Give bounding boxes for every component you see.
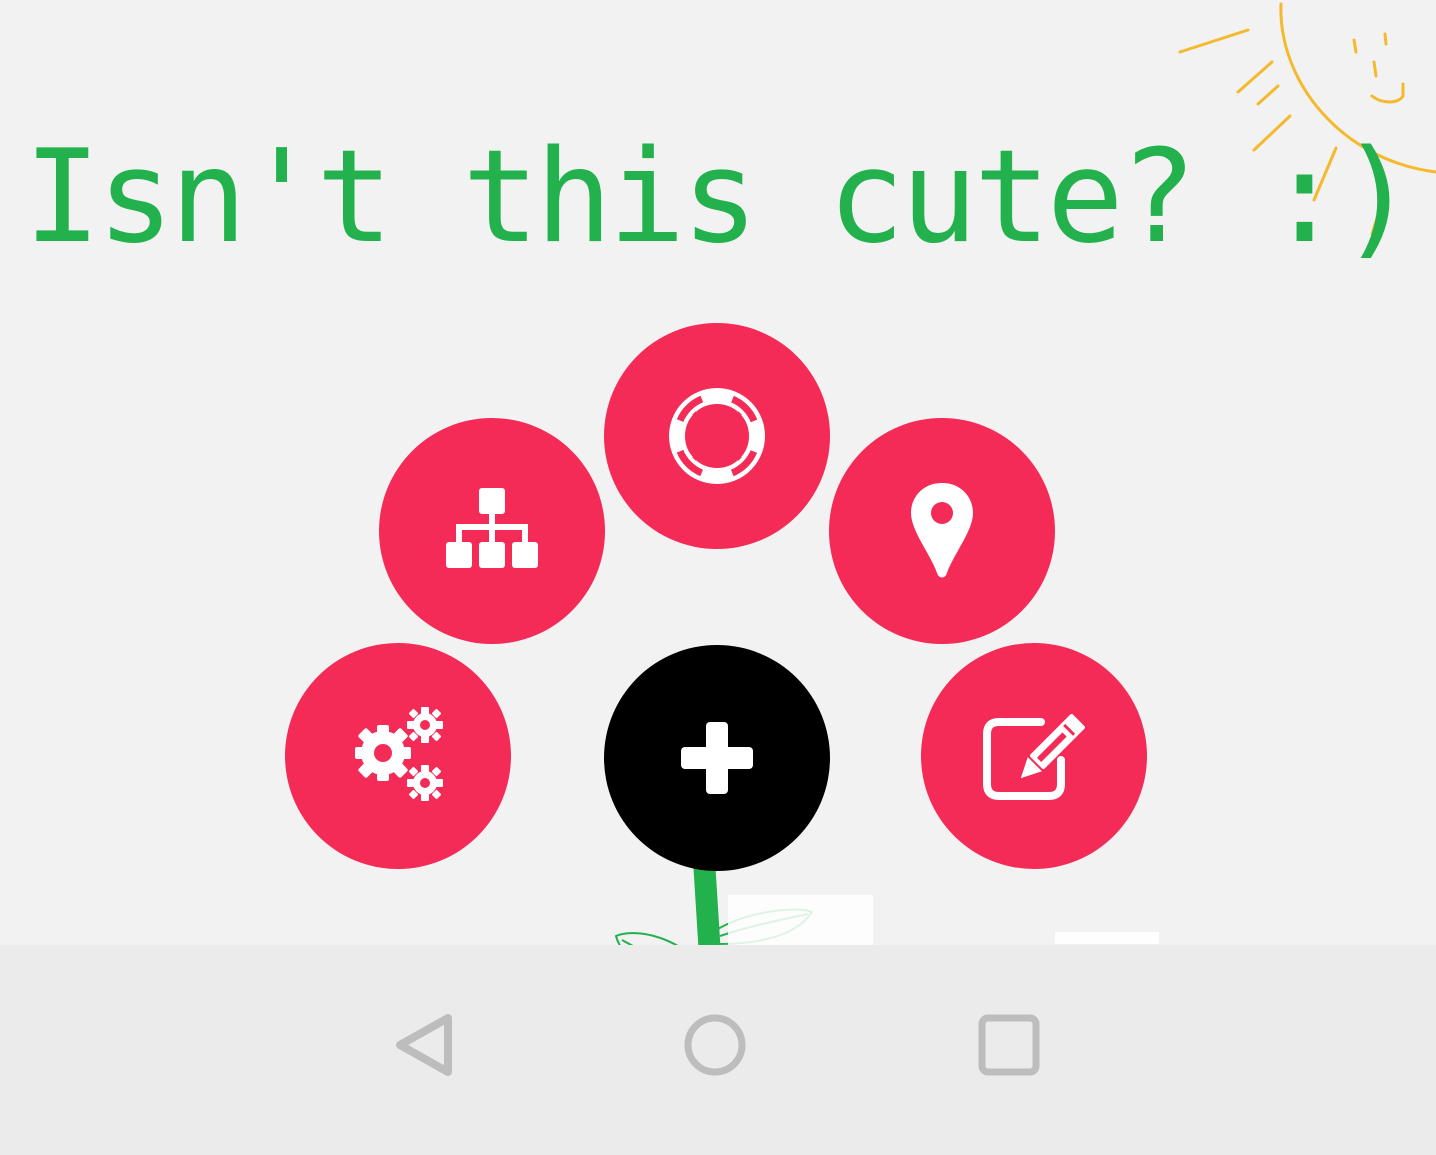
life-ring-icon xyxy=(669,388,765,484)
nav-home-button[interactable] xyxy=(670,1000,760,1090)
home-circle-icon xyxy=(684,1014,746,1076)
back-triangle-icon xyxy=(396,1014,452,1076)
system-navigation-bar xyxy=(0,945,1436,1155)
menu-item-location[interactable] xyxy=(829,418,1055,644)
menu-item-edit[interactable] xyxy=(921,643,1147,869)
gears-icon xyxy=(355,707,443,801)
map-marker-icon xyxy=(911,483,973,578)
plus-icon xyxy=(681,722,753,794)
nav-back-button[interactable] xyxy=(378,1000,468,1090)
menu-item-help[interactable] xyxy=(604,323,830,549)
sitemap-icon xyxy=(446,488,538,568)
smudge-doodle xyxy=(1055,932,1159,944)
recents-square-icon xyxy=(978,1014,1040,1076)
main-add-button[interactable] xyxy=(604,645,830,871)
nav-recents-button[interactable] xyxy=(964,1000,1054,1090)
page-title: Isn't this cute? :) xyxy=(23,123,1416,272)
menu-item-settings[interactable] xyxy=(285,643,511,869)
menu-item-sitemap[interactable] xyxy=(379,418,605,644)
smudge-doodle xyxy=(728,895,873,945)
edit-icon xyxy=(983,714,1085,800)
